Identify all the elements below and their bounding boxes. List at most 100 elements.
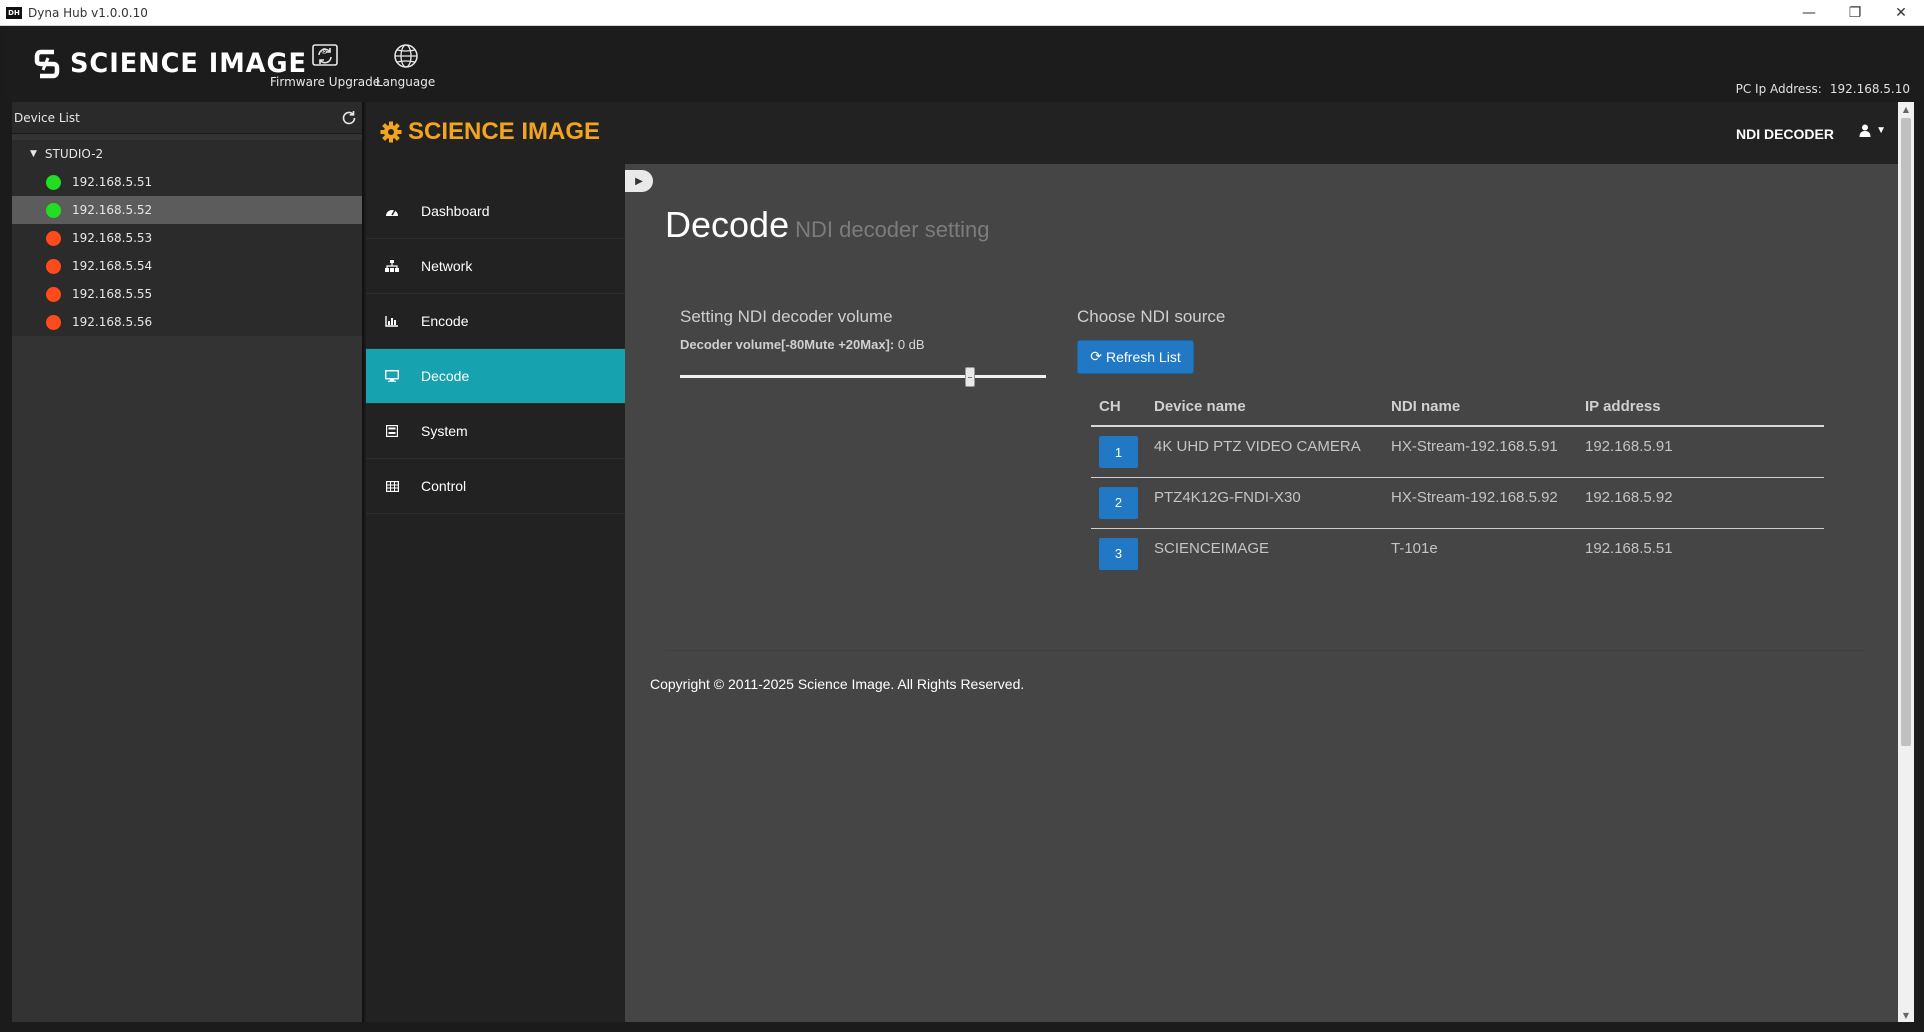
device-name-label: NDI DECODER: [1735, 126, 1834, 142]
ch-cell: 3: [1091, 528, 1146, 579]
web-brand-text: SCIENCE IMAGE: [408, 118, 601, 145]
device-ip: 192.168.5.53: [72, 231, 153, 245]
brand-logo-icon: [34, 49, 60, 78]
nav-item-decode[interactable]: Decode: [366, 349, 625, 404]
device-item[interactable]: 192.168.5.55: [12, 280, 362, 308]
page-title: Decode NDI decoder setting: [665, 204, 990, 246]
ch-cell: 2: [1091, 477, 1146, 529]
system-icon: [384, 424, 400, 438]
volume-section-title: Setting NDI decoder volume: [680, 307, 893, 326]
status-dot-icon: [46, 286, 61, 302]
app-icon: DH: [6, 6, 22, 19]
nav-item-encode[interactable]: Encode: [366, 294, 625, 349]
volume-slider-handle[interactable]: [965, 367, 975, 387]
device-group-label: STUDIO-2: [44, 147, 104, 161]
firmware-upgrade-button[interactable]: Firmware Upgrade: [270, 42, 380, 89]
column-header: Device name: [1146, 388, 1383, 427]
ndi-name-cell: T-101e: [1391, 539, 1438, 557]
column-header: NDI name: [1383, 388, 1577, 427]
nav-item-network[interactable]: Network: [366, 239, 625, 294]
refresh-icon[interactable]: [340, 109, 358, 127]
nav-item-dashboard[interactable]: Dashboard: [366, 184, 625, 239]
device-web-ui: SCIENCE IMAGE NDI DECODER ▼ Dashboard Ne…: [366, 102, 1898, 1022]
device-list-header: Device List: [12, 102, 362, 134]
volume-label: Decoder volume[-80Mute +20Max]: 0 dB: [680, 337, 925, 352]
device-item[interactable]: 192.168.5.56: [12, 308, 362, 336]
firmware-upgrade-icon: [312, 44, 338, 66]
status-dot-icon: [46, 174, 61, 190]
footer-divider: [665, 650, 1865, 651]
device-ip: 192.168.5.56: [72, 315, 153, 329]
ip-address-cell: 192.168.5.92: [1577, 477, 1824, 529]
main-content: Decode NDI decoder setting Setting NDI de…: [625, 164, 1875, 1022]
column-header: IP address: [1577, 388, 1824, 427]
ch-select-button[interactable]: 1: [1099, 436, 1138, 468]
table-row[interactable]: 3 SCIENCEIMAGE T-101e 192.168.5.51: [1091, 528, 1824, 579]
caret-down-icon[interactable]: ▼: [30, 149, 37, 159]
ip-address-cell: 192.168.5.91: [1577, 426, 1824, 478]
refresh-list-label: Refresh List: [1106, 349, 1181, 365]
page-subtitle: NDI decoder setting: [795, 217, 990, 242]
vertical-scrollbar[interactable]: ▲ ▼: [1898, 102, 1914, 1022]
language-button[interactable]: Language: [376, 42, 435, 89]
chart-icon: [384, 314, 400, 328]
device-group[interactable]: ▼ STUDIO-2: [12, 140, 362, 168]
close-button[interactable]: ✕: [1878, 0, 1924, 26]
ndi-name-cell: HX-Stream-192.168.5.92: [1383, 477, 1577, 529]
window-title-bar: DH Dyna Hub v1.0.0.10 — ❐ ✕: [0, 0, 1924, 26]
ndi-name-cell: HX-Stream-192.168.5.91: [1383, 426, 1577, 478]
refresh-icon: ⟳: [1090, 349, 1103, 365]
ndi-source-table: CH Device name NDI name IP address 1 4K …: [1091, 388, 1824, 579]
restore-button[interactable]: ❐: [1832, 0, 1878, 26]
language-label: Language: [376, 75, 436, 89]
user-menu[interactable]: ▼: [1859, 124, 1886, 137]
network-icon: [384, 259, 400, 273]
minimize-button[interactable]: —: [1786, 0, 1832, 26]
device-name-cell: 4K UHD PTZ VIDEO CAMERA: [1146, 426, 1383, 478]
table-row[interactable]: 2 PTZ4K12G-FNDI-X30 HX-Stream-192.168.5.…: [1091, 477, 1824, 529]
device-item[interactable]: 192.168.5.51: [12, 168, 362, 196]
firmware-upgrade-label: Firmware Upgrade: [270, 75, 381, 89]
scroll-down-icon[interactable]: ▼: [1898, 1008, 1914, 1022]
nav-item-control[interactable]: Control: [366, 459, 625, 514]
web-brand[interactable]: SCIENCE IMAGE: [380, 118, 600, 146]
status-dot-icon: [46, 258, 61, 274]
window-title: Dyna Hub v1.0.0.10: [28, 5, 148, 20]
pc-ip-address: PC Ip Address: 192.168.5.10: [1736, 82, 1910, 96]
scrollbar-thumb[interactable]: [1901, 118, 1911, 746]
refresh-list-button[interactable]: ⟳ Refresh List: [1077, 340, 1194, 374]
volume-value: 0 dB: [897, 337, 925, 352]
table-row[interactable]: 1 4K UHD PTZ VIDEO CAMERA HX-Stream-192.…: [1091, 426, 1824, 478]
device-ip: 192.168.5.55: [72, 287, 153, 301]
gear-icon: [380, 121, 402, 143]
device-list-panel: Device List ▼ STUDIO-2 192.168.5.51 192.…: [12, 102, 364, 1022]
column-header: CH: [1091, 388, 1146, 427]
device-list-title: Device List: [14, 110, 80, 125]
status-dot-icon: [46, 202, 61, 218]
nav-item-system[interactable]: System: [366, 404, 625, 459]
nav-item-label: Network: [421, 258, 473, 274]
ch-select-button[interactable]: 3: [1099, 537, 1138, 570]
device-item[interactable]: 192.168.5.53: [12, 224, 362, 252]
web-sidenav: Dashboard Network Encode Decode System C…: [366, 164, 625, 1022]
nav-item-label: Control: [421, 478, 467, 494]
page-title-text: Decode: [665, 204, 790, 245]
copyright-text: Copyright © 2011-2025 Science Image. All…: [650, 676, 1025, 692]
device-item[interactable]: 192.168.5.54: [12, 252, 362, 280]
caret-down-icon: ▼: [1876, 125, 1886, 136]
ndi-source-title: Choose NDI source: [1077, 307, 1226, 326]
ch-cell: 1: [1091, 426, 1146, 478]
volume-slider[interactable]: [680, 367, 1046, 387]
window-controls: — ❐ ✕: [1786, 0, 1924, 26]
monitor-icon: [384, 369, 400, 383]
ip-address-cell: 192.168.5.51: [1585, 539, 1673, 557]
device-ip: 192.168.5.52: [72, 203, 153, 217]
device-item[interactable]: 192.168.5.52: [12, 196, 362, 224]
volume-slider-track[interactable]: [680, 375, 1046, 378]
scroll-up-icon[interactable]: ▲: [1898, 102, 1914, 116]
ch-select-button[interactable]: 2: [1099, 486, 1138, 519]
volume-label-text: Decoder volume[-80Mute +20Max]:: [680, 337, 895, 352]
grid-icon: [384, 479, 400, 493]
nav-item-label: System: [421, 423, 468, 439]
device-name-cell: SCIENCEIMAGE: [1154, 539, 1270, 557]
